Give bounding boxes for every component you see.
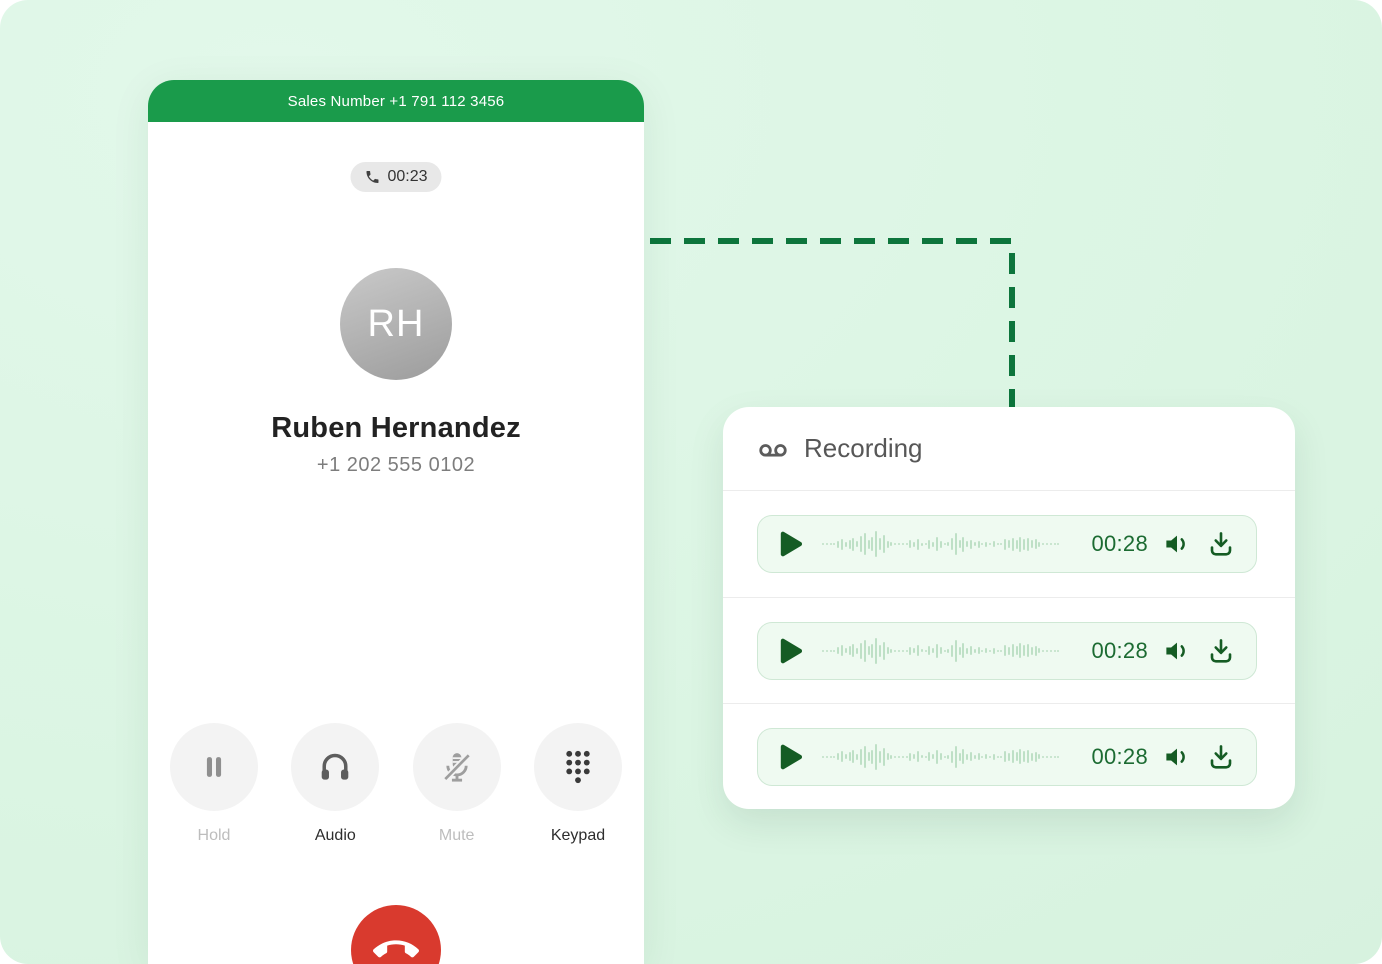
speaker-icon [1162,636,1192,666]
play-icon [773,527,807,561]
download-button[interactable] [1206,636,1236,666]
waveform[interactable] [822,636,1077,666]
avatar-initials: RH [368,303,425,346]
play-button[interactable] [772,526,808,562]
recording-duration: 00:28 [1091,638,1148,664]
end-call-button[interactable] [351,905,441,964]
contact-number: +1 202 555 0102 [148,454,644,477]
audio-button-circle[interactable] [291,723,379,811]
download-icon [1206,742,1236,772]
avatar: RH [340,268,452,380]
contact-name: Ruben Hernandez [148,412,644,445]
keypad-label: Keypad [551,827,605,845]
speaker-icon [1162,742,1192,772]
recording-panel-header: Recording [723,407,1295,491]
audio-button[interactable]: Audio [291,723,379,845]
keypad-button[interactable]: Keypad [534,723,622,845]
call-header-bar: Sales Number +1 791 112 3456 [148,80,644,122]
download-icon [1206,636,1236,666]
waveform[interactable] [822,529,1077,559]
hold-button[interactable]: Hold [170,723,258,845]
mute-button[interactable]: Mute [413,723,501,845]
speaker-button[interactable] [1162,529,1192,559]
phone-icon [364,169,380,185]
waveform[interactable] [822,742,1077,772]
keypad-button-circle[interactable] [534,723,622,811]
hold-label: Hold [198,827,231,845]
call-header-title: Sales Number +1 791 112 3456 [288,93,505,110]
headphones-icon [316,748,354,786]
pause-icon [197,750,231,784]
recording-row: 00:28 [723,597,1295,703]
speaker-button[interactable] [1162,636,1192,666]
recording-row: 00:28 [723,703,1295,809]
recording-panel: Recording 00:28 [723,407,1295,809]
voicemail-icon [757,433,789,465]
recording-row: 00:28 [723,491,1295,597]
call-end-icon [373,927,419,964]
phone-mockup: Sales Number +1 791 112 3456 00:23 RH Ru… [148,80,644,964]
recording-duration: 00:28 [1091,531,1148,557]
play-icon [773,740,807,774]
audio-player: 00:28 [757,515,1257,573]
mute-label: Mute [439,827,475,845]
play-button[interactable] [772,739,808,775]
play-icon [773,634,807,668]
play-button[interactable] [772,633,808,669]
speaker-icon [1162,529,1192,559]
recording-duration: 00:28 [1091,744,1148,770]
page-background: Sales Number +1 791 112 3456 00:23 RH Ru… [0,0,1382,964]
recording-panel-title: Recording [804,433,923,464]
mic-off-icon [438,748,476,786]
speaker-button[interactable] [1162,742,1192,772]
hold-button-circle[interactable] [170,723,258,811]
download-button[interactable] [1206,529,1236,559]
audio-label: Audio [315,827,356,845]
audio-player: 00:28 [757,728,1257,786]
download-icon [1206,529,1236,559]
call-timer-badge: 00:23 [350,162,441,192]
mute-button-circle[interactable] [413,723,501,811]
call-timer-value: 00:23 [387,168,427,186]
call-actions-row: Hold Audio [148,723,644,845]
download-button[interactable] [1206,742,1236,772]
audio-player: 00:28 [757,622,1257,680]
keypad-icon [560,748,596,786]
